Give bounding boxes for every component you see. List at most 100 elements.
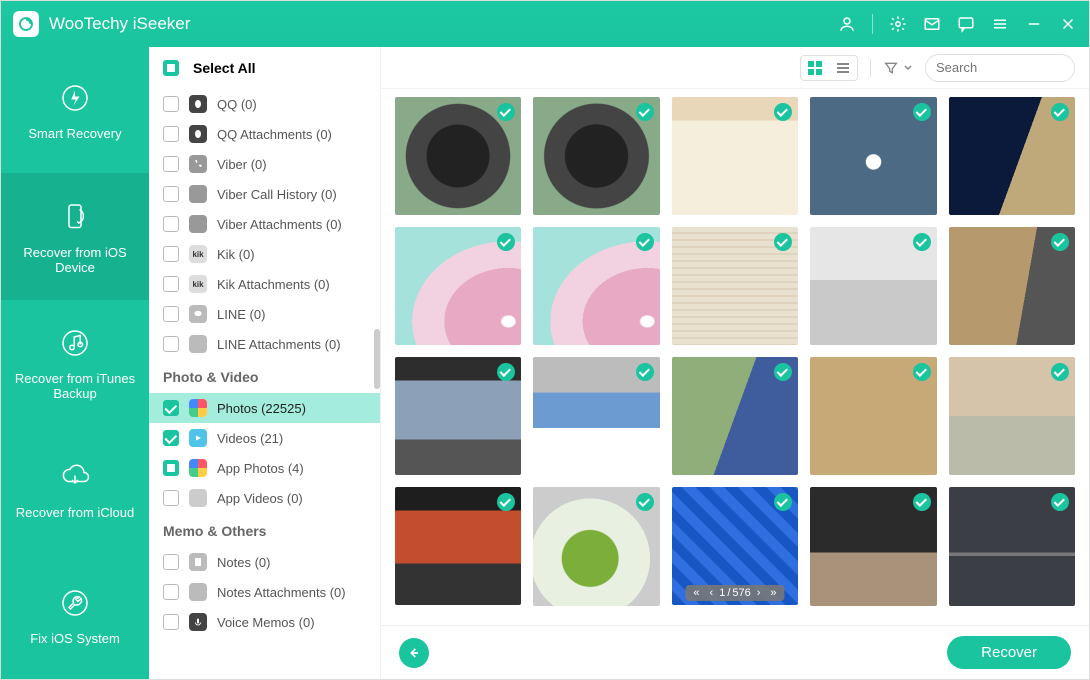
pager-first-icon[interactable]: «: [689, 587, 703, 599]
selected-badge-icon: [913, 363, 931, 381]
checkbox[interactable]: [163, 126, 179, 142]
photo-thumbnail[interactable]: [949, 487, 1075, 605]
category-item[interactable]: kikKik (0): [149, 239, 380, 269]
selected-badge-icon: [774, 493, 792, 511]
pager[interactable]: « ‹ 1/576 › »: [685, 585, 784, 601]
photo-thumbnail[interactable]: [533, 487, 659, 605]
app-window: WooTechy iSeeker Smart Recovery Recover …: [0, 0, 1090, 680]
category-item[interactable]: LINE Attachments (0): [149, 329, 380, 359]
photo-thumbnail[interactable]: [949, 227, 1075, 345]
list-view-button[interactable]: [829, 56, 857, 80]
pager-sep: /: [727, 587, 730, 599]
voice-icon: [189, 613, 207, 631]
photo-thumbnail[interactable]: [395, 487, 521, 605]
checkbox[interactable]: [163, 276, 179, 292]
checkbox[interactable]: [163, 186, 179, 202]
category-item[interactable]: Viber Attachments (0): [149, 209, 380, 239]
category-item[interactable]: QQ Attachments (0): [149, 119, 380, 149]
minimize-icon[interactable]: [1025, 15, 1043, 33]
category-item-voice-memos[interactable]: Voice Memos (0): [149, 607, 380, 637]
photo-thumbnail[interactable]: [672, 357, 798, 475]
checkbox[interactable]: [163, 430, 179, 446]
photo-thumbnail[interactable]: [395, 357, 521, 475]
checkbox[interactable]: [163, 246, 179, 262]
photo-thumbnail[interactable]: [672, 97, 798, 215]
filter-button[interactable]: [883, 60, 913, 76]
checkbox[interactable]: [163, 490, 179, 506]
pager-last-icon[interactable]: »: [766, 587, 780, 599]
category-label: LINE (0): [217, 307, 265, 322]
photo-thumbnail[interactable]: [533, 97, 659, 215]
pager-prev-icon[interactable]: ‹: [706, 587, 718, 599]
mail-icon[interactable]: [923, 15, 941, 33]
category-label: App Videos (0): [217, 491, 303, 506]
category-item-notes[interactable]: Notes (0): [149, 547, 380, 577]
checkbox[interactable]: [163, 400, 179, 416]
search-box[interactable]: [925, 54, 1075, 82]
scrollbar[interactable]: [374, 329, 380, 389]
thumbnail-grid-scroll[interactable]: « ‹ 1/576 › »: [381, 89, 1089, 625]
select-all-row[interactable]: Select All: [149, 47, 380, 89]
app-videos-icon: [189, 489, 207, 507]
separator: [870, 59, 871, 77]
app-title: WooTechy iSeeker: [49, 14, 190, 34]
category-label: Notes Attachments (0): [217, 585, 346, 600]
checkbox[interactable]: [163, 336, 179, 352]
category-item[interactable]: Viber Call History (0): [149, 179, 380, 209]
checkbox[interactable]: [163, 460, 179, 476]
sidebar-item-recover-icloud[interactable]: Recover from iCloud: [1, 426, 149, 552]
category-item-photos[interactable]: Photos (22525): [149, 393, 380, 423]
search-input[interactable]: [936, 60, 1090, 75]
category-item-app-videos[interactable]: App Videos (0): [149, 483, 380, 513]
category-label: QQ (0): [217, 97, 257, 112]
photo-thumbnail[interactable]: [810, 227, 936, 345]
photo-thumbnail[interactable]: [395, 227, 521, 345]
category-item-notes-attachments[interactable]: Notes Attachments (0): [149, 577, 380, 607]
photo-thumbnail[interactable]: [810, 97, 936, 215]
close-icon[interactable]: [1059, 15, 1077, 33]
checkbox[interactable]: [163, 584, 179, 600]
category-item-videos[interactable]: Videos (21): [149, 423, 380, 453]
gear-icon[interactable]: [889, 15, 907, 33]
photo-thumbnail[interactable]: [810, 357, 936, 475]
checkbox[interactable]: [163, 156, 179, 172]
sidebar-item-recover-itunes-backup[interactable]: Recover from iTunes Backup: [1, 300, 149, 426]
sidebar-item-fix-ios-system[interactable]: Fix iOS System: [1, 553, 149, 679]
photo-thumbnail[interactable]: [810, 487, 936, 605]
photo-thumbnail[interactable]: [533, 227, 659, 345]
checkbox[interactable]: [163, 306, 179, 322]
recover-button[interactable]: Recover: [947, 636, 1071, 669]
photo-thumbnail[interactable]: [533, 357, 659, 475]
checkbox[interactable]: [163, 554, 179, 570]
separator: [872, 14, 873, 34]
category-item[interactable]: Viber (0): [149, 149, 380, 179]
back-button[interactable]: [399, 638, 429, 668]
checkbox[interactable]: [163, 614, 179, 630]
sidebar-item-label: Recover from iTunes Backup: [5, 371, 145, 401]
select-all-checkbox[interactable]: [163, 60, 179, 76]
titlebar: WooTechy iSeeker: [1, 1, 1089, 47]
kik-icon: kik: [189, 245, 207, 263]
selected-badge-icon: [497, 493, 515, 511]
category-item[interactable]: QQ (0): [149, 89, 380, 119]
category-item[interactable]: kikKik Attachments (0): [149, 269, 380, 299]
checkbox[interactable]: [163, 216, 179, 232]
user-icon[interactable]: [838, 15, 856, 33]
photo-thumbnail[interactable]: [395, 97, 521, 215]
photo-thumbnail[interactable]: [949, 357, 1075, 475]
photo-thumbnail[interactable]: [672, 227, 798, 345]
sidebar-item-smart-recovery[interactable]: Smart Recovery: [1, 47, 149, 173]
pager-next-icon[interactable]: ›: [753, 587, 765, 599]
sidebar-item-recover-ios-device[interactable]: Recover from iOS Device: [1, 173, 149, 299]
chat-icon[interactable]: [957, 15, 975, 33]
menu-icon[interactable]: [991, 15, 1009, 33]
category-label: Kik Attachments (0): [217, 277, 330, 292]
checkbox[interactable]: [163, 96, 179, 112]
category-item-app-photos[interactable]: App Photos (4): [149, 453, 380, 483]
category-item[interactable]: LINE (0): [149, 299, 380, 329]
photo-thumbnail[interactable]: [949, 97, 1075, 215]
sidebar-item-label: Smart Recovery: [28, 126, 121, 141]
photo-thumbnail[interactable]: « ‹ 1/576 › »: [672, 487, 798, 605]
grid-view-button[interactable]: [801, 56, 829, 80]
titlebar-actions: [838, 14, 1077, 34]
